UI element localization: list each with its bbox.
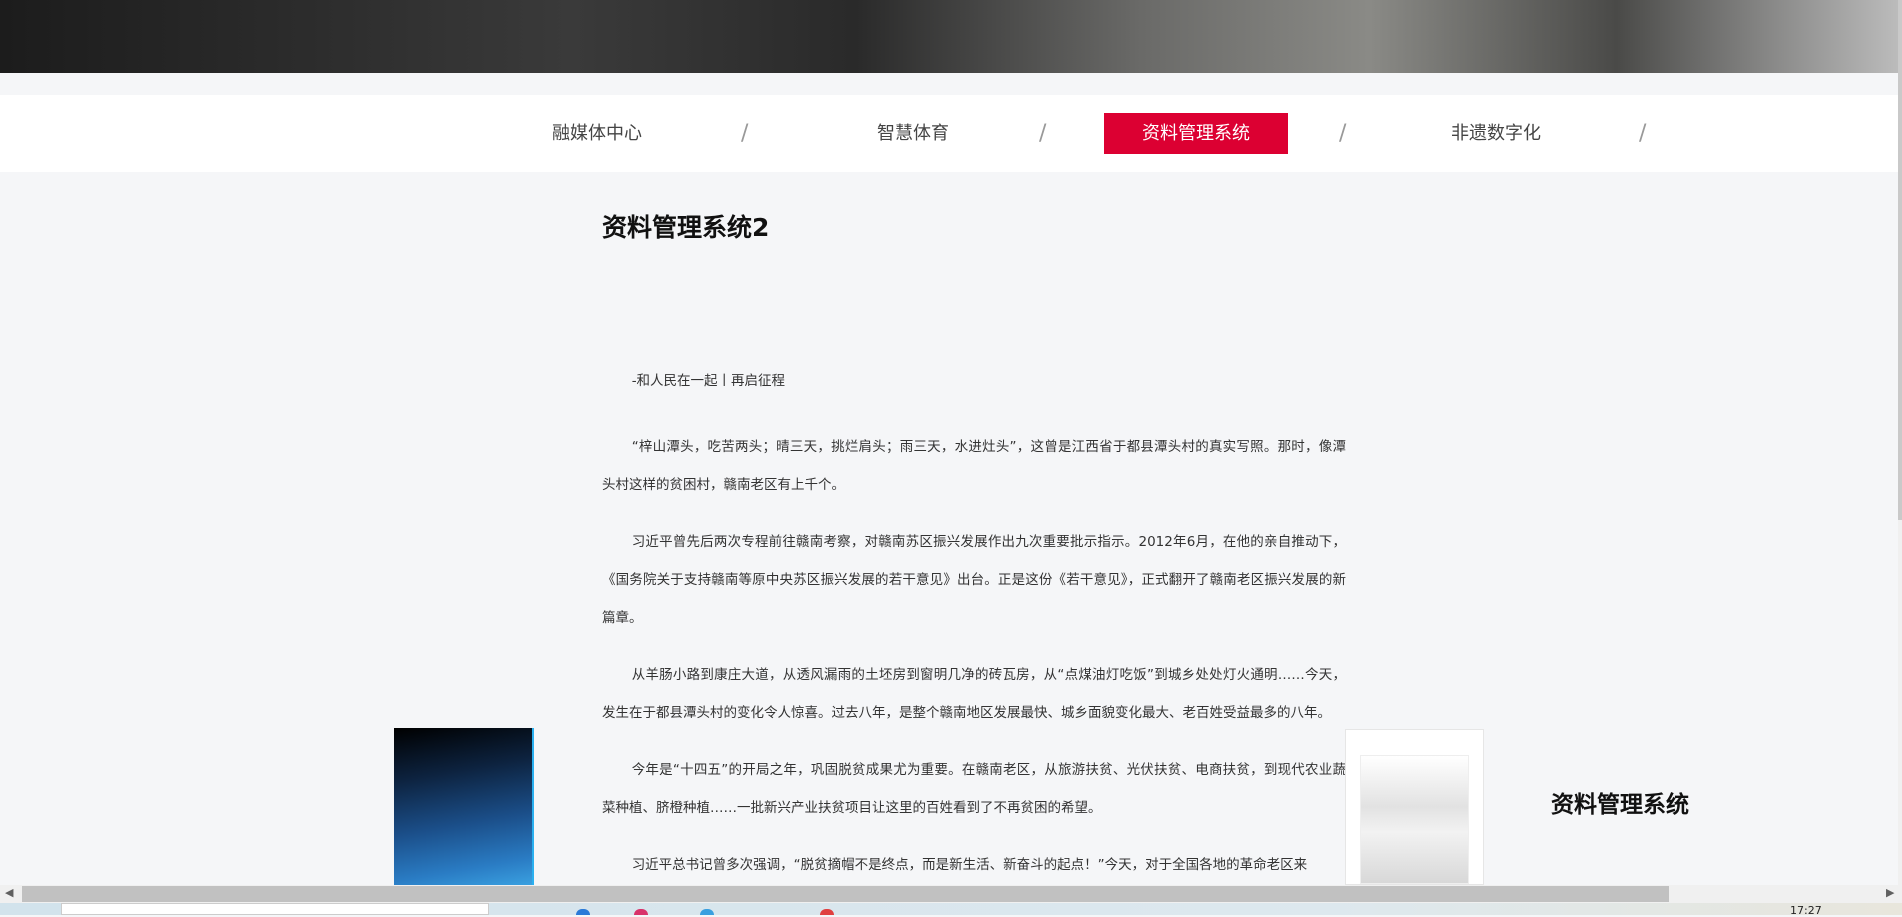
nav-separator: / [1039,121,1047,146]
nav-item-media-center[interactable]: 融媒体中心 [520,113,674,154]
article-paragraph: -和人民在一起丨再启征程 [631,373,786,389]
header-banner-image [0,0,1902,73]
side-section-title: 资料管理系统 [1551,792,1689,818]
horizontal-scrollbar-thumb[interactable] [22,886,1669,902]
thumbnail-image[interactable] [394,728,534,885]
image-placeholder-icon [1360,755,1469,884]
nav-item-data-management[interactable]: 资料管理系统 [1104,113,1288,154]
article-paragraph: “梓山潭头，吃苦两头；晴三天，挑烂肩头；雨三天，水进灶头”，这曾是江西省于都县潭… [602,439,1346,493]
nav-separator: / [1639,121,1647,146]
nav-item-intangible-heritage[interactable]: 非遗数字化 [1419,113,1573,154]
taskbar-app-icon[interactable] [576,909,590,915]
main-nav: 融媒体中心 / 智慧体育 / 资料管理系统 / 非遗数字化 / [0,95,1902,172]
placeholder-image[interactable] [1345,729,1484,885]
article-paragraph: 习近平总书记曾多次强调，“脱贫摘帽不是终点，而是新生活、新奋斗的起点！”今天，对… [631,857,1308,873]
nav-item-smart-sports[interactable]: 智慧体育 [836,113,990,154]
scroll-left-arrow-icon[interactable]: ◀ [5,886,13,899]
nav-separator: / [1339,121,1347,146]
taskbar-search-box[interactable] [61,903,489,915]
article-body: -和人民在一起丨再启征程 “梓山潭头，吃苦两头；晴三天，挑烂肩头；雨三天，水进灶… [602,362,1346,903]
article-paragraph: 今年是“十四五”的开局之年，巩固脱贫成果尤为重要。在赣南老区，从旅游扶贫、光伏扶… [602,762,1346,816]
scroll-right-arrow-icon[interactable]: ▶ [1886,886,1894,899]
vertical-scrollbar[interactable] [1898,0,1902,885]
taskbar-app-icon[interactable] [820,909,834,915]
page-title: 资料管理系统2 [602,213,770,242]
taskbar: 17:27 [0,903,1902,917]
taskbar-app-icon[interactable] [700,909,714,915]
nav-separator: / [741,121,749,146]
vertical-scrollbar-thumb[interactable] [1898,0,1902,520]
taskbar-app-icon[interactable] [634,909,648,915]
horizontal-scrollbar[interactable]: ◀ ▶ [0,885,1902,903]
taskbar-clock[interactable]: 17:27 [1790,904,1822,917]
article-paragraph: 从羊肠小路到康庄大道，从透风漏雨的土坯房到窗明几净的砖瓦房，从“点煤油灯吃饭”到… [602,667,1346,721]
article-paragraph: 习近平曾先后两次专程前往赣南考察，对赣南苏区振兴发展作出九次重要批示指示。201… [602,534,1346,626]
